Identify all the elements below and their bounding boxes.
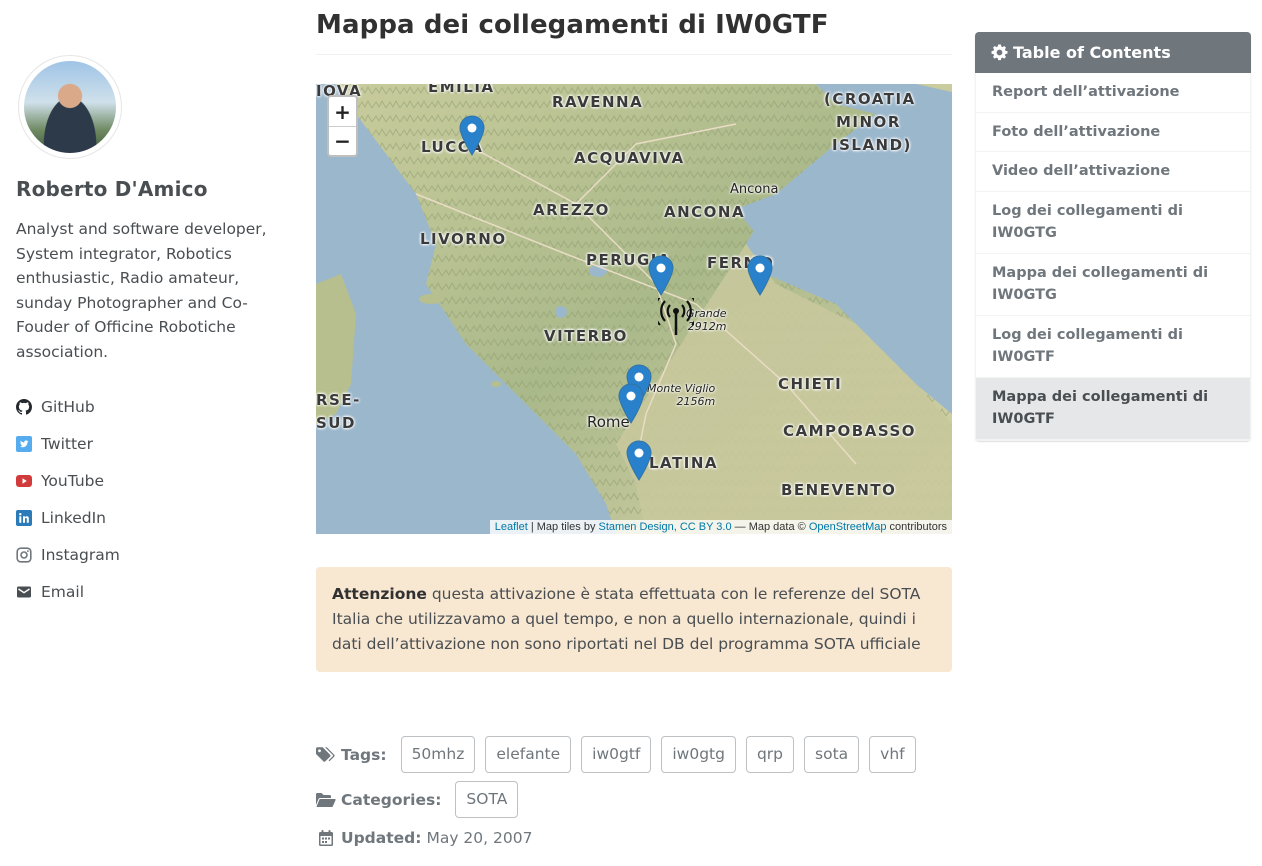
toc-item[interactable]: Log dei collegamenti di IW0GTG (976, 192, 1250, 254)
updated-date: May 20, 2007 (426, 829, 533, 847)
calendar-icon (319, 830, 333, 846)
instagram-label: Instagram (41, 545, 120, 564)
map-label-campobasso: CAMPOBASSO (783, 422, 917, 440)
map-label-ancona: ANCONA (664, 203, 746, 221)
linkedin-label: LinkedIn (41, 508, 106, 527)
map-marker-pin[interactable] (648, 255, 674, 296)
map-attribution: Leaflet | Map tiles by Stamen Design, CC… (489, 520, 952, 534)
map-label-emilia: EMILIA (428, 84, 495, 96)
map-label-acquaviva: ACQUAVIVA (574, 149, 685, 167)
toc-title: Table of Contents (1013, 43, 1171, 62)
map-label-arezzo: AREZZO (533, 201, 610, 219)
osm-link[interactable]: OpenStreetMap (809, 521, 887, 533)
linkedin-link[interactable]: LinkedIn (16, 499, 286, 536)
map-label-croatia-1: (CROATIA (824, 90, 916, 108)
linkedin-icon (16, 509, 32, 526)
toc-list: Report dell’attivazione Foto dell’attiva… (975, 73, 1251, 441)
author-name: Roberto D'Amico (16, 177, 208, 201)
tag-link[interactable]: 50mhz (400, 736, 476, 773)
tag-link[interactable]: qrp (745, 736, 795, 773)
map-label-monte-viglio: Monte Viglio 2156m (647, 382, 716, 408)
notice-strong: Attenzione (332, 585, 427, 603)
tags-row: Tags: 50mhz elefante iw0gtf iw0gtg qrp s… (316, 736, 952, 773)
map-marker-pin[interactable] (459, 115, 485, 156)
email-label: Email (41, 582, 85, 601)
avatar (18, 55, 122, 159)
toc-item[interactable]: Report dell’attivazione (976, 73, 1250, 113)
github-label: GitHub (41, 397, 95, 416)
page-title: Mappa dei collegamenti di IW0GTF (316, 10, 952, 55)
map-label-croatia-2: MINOR (836, 113, 901, 131)
tag-link[interactable]: sota (804, 736, 860, 773)
author-links: GitHub Twitter YouTube LinkedIn Instagra… (16, 388, 286, 610)
instagram-link[interactable]: Instagram (16, 536, 286, 573)
toc-item-active[interactable]: Mappa dei collegamenti di IW0GTF (976, 377, 1250, 440)
updated-row: Updated: May 20, 2007 (316, 828, 952, 848)
twitter-label: Twitter (41, 434, 93, 453)
stamen-link[interactable]: Stamen Design, CC BY 3.0 (599, 521, 732, 533)
youtube-icon (16, 473, 32, 489)
leaflet-map[interactable]: + − IOVA EMILIA RAVENNA (CROATIA MINOR I… (316, 84, 952, 534)
instagram-icon (16, 546, 32, 563)
github-icon (16, 398, 32, 415)
toc-item[interactable]: Video dell’attivazione (976, 152, 1250, 192)
map-label-chieti: CHIETI (778, 375, 843, 393)
updated-label: Updated: (316, 829, 421, 847)
map-marker-pin[interactable] (618, 383, 644, 424)
youtube-label: YouTube (41, 471, 105, 490)
antenna-icon[interactable] (658, 298, 694, 336)
zoom-out-button[interactable]: − (329, 126, 356, 155)
folder-open-icon (316, 792, 336, 807)
main-content: Mappa dei collegamenti di IW0GTF + − IOV… (316, 0, 952, 848)
map-label-rse: RSE- (316, 391, 361, 409)
table-of-contents: Table of Contents Report dell’attivazion… (975, 32, 1251, 441)
map-label-livorno: LIVORNO (420, 230, 507, 248)
category-link[interactable]: SOTA (455, 781, 519, 818)
zoom-in-button[interactable]: + (329, 97, 356, 126)
tags-label: Tags: (316, 746, 387, 764)
author-photo (24, 61, 116, 153)
categories-label: Categories: (316, 791, 441, 809)
map-label-benevento: BENEVENTO (781, 481, 897, 499)
tag-link[interactable]: iw0gtg (661, 736, 736, 773)
toc-item[interactable]: Log dei collegamenti di IW0GTF (976, 316, 1250, 378)
map-label-croatia-3: ISLAND) (832, 136, 912, 154)
tags-icon (316, 746, 335, 762)
toc-item[interactable]: Mappa dei collegamenti di IW0GTG (976, 254, 1250, 316)
toc-item[interactable]: Foto dell’attivazione (976, 113, 1250, 152)
author-sidebar: Roberto D'Amico Analyst and software dev… (16, 55, 286, 610)
map-label-ravenna: RAVENNA (552, 93, 644, 111)
twitter-icon (16, 435, 32, 452)
zoom-control: + − (327, 95, 358, 157)
github-link[interactable]: GitHub (16, 388, 286, 425)
tag-link[interactable]: iw0gtf (581, 736, 652, 773)
map-label-viterbo: VITERBO (544, 327, 628, 345)
map-label-sud: SUD (316, 414, 356, 432)
leaflet-link[interactable]: Leaflet (495, 521, 528, 533)
map-label-latina: LATINA (649, 454, 718, 472)
twitter-link[interactable]: Twitter (16, 425, 286, 462)
envelope-icon (16, 584, 32, 600)
author-bio: Analyst and software developer, System i… (16, 220, 267, 361)
map-marker-pin[interactable] (747, 255, 773, 296)
toc-header: Table of Contents (975, 32, 1251, 73)
categories-row: Categories: SOTA (316, 781, 952, 818)
page-meta: Tags: 50mhz elefante iw0gtf iw0gtg qrp s… (316, 736, 952, 848)
youtube-link[interactable]: YouTube (16, 462, 286, 499)
tag-link[interactable]: vhf (869, 736, 916, 773)
tag-link[interactable]: elefante (485, 736, 572, 773)
warning-notice: Attenzione questa attivazione è stata ef… (316, 567, 952, 672)
map-label-ancona-city: Ancona (730, 182, 779, 197)
email-link[interactable]: Email (16, 573, 286, 610)
gear-icon (991, 44, 1008, 61)
map-marker-pin[interactable] (626, 440, 652, 481)
